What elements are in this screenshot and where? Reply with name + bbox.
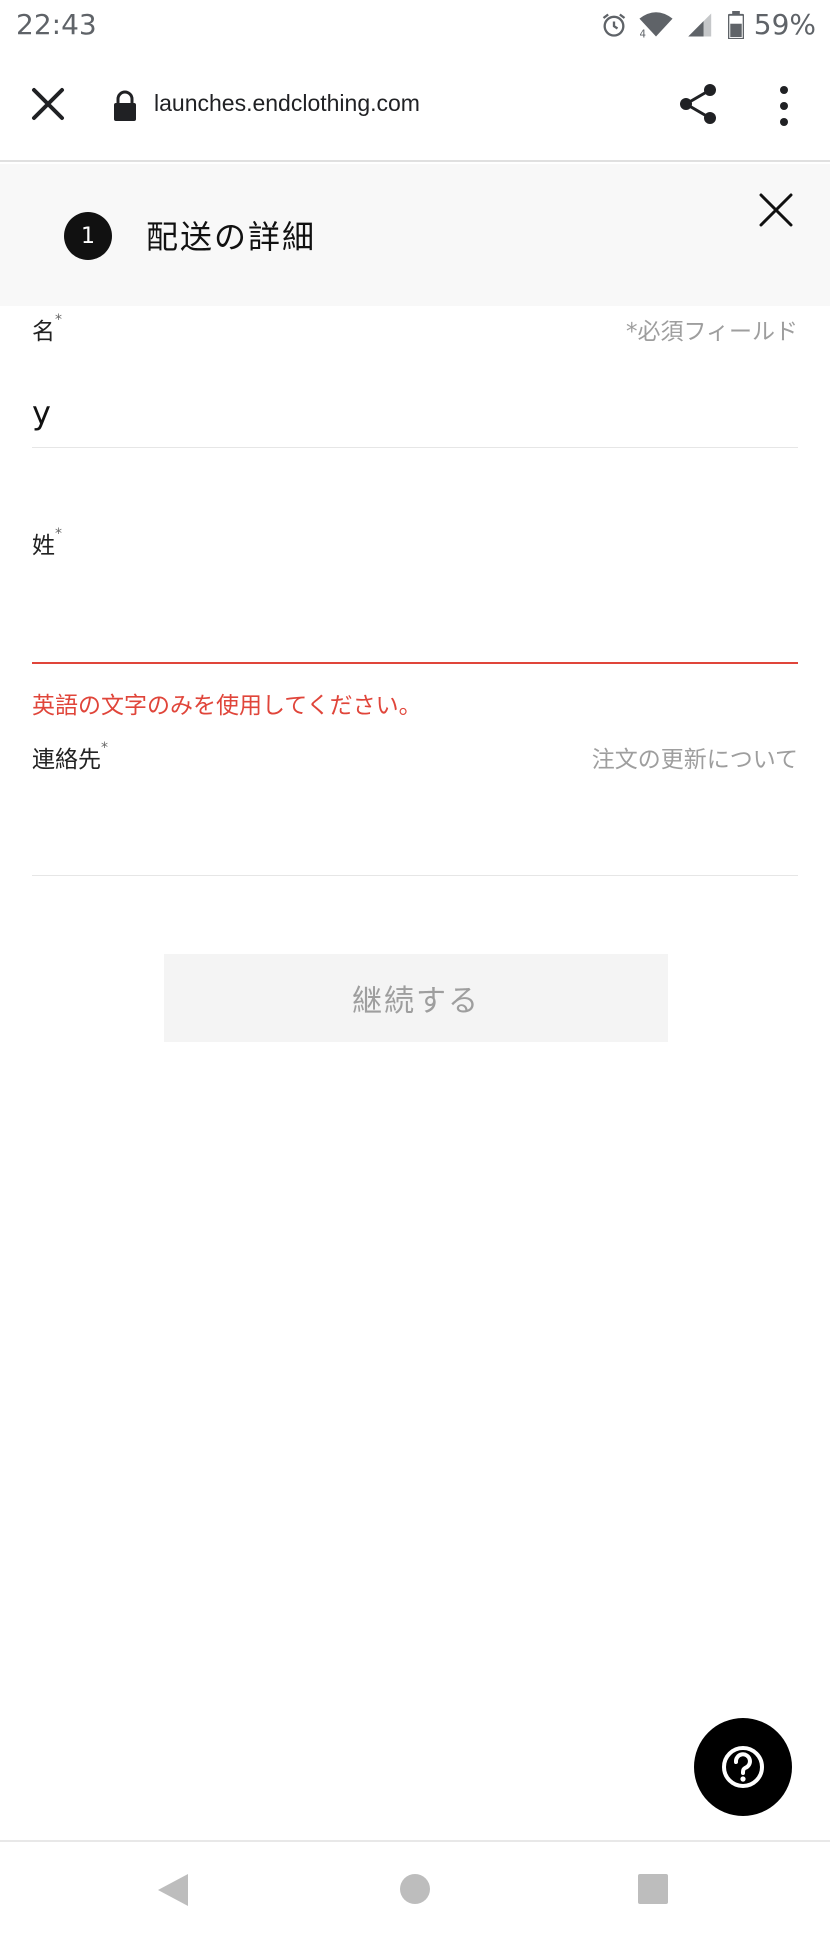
wifi-icon: 4 [639,11,673,39]
battery-icon [727,10,744,39]
continue-button[interactable]: 継続する [164,954,668,1042]
last-name-input[interactable] [32,594,798,664]
first-name-label: 名* [32,312,62,345]
last-name-label: 姓* [32,526,62,559]
svg-text:4: 4 [639,29,645,38]
more-vert-icon[interactable] [776,84,792,128]
signal-icon [688,13,711,36]
battery-percent: 59% [753,8,816,41]
contact-input[interactable] [32,806,798,876]
back-icon[interactable] [156,1872,190,1908]
help-button[interactable] [694,1718,792,1816]
status-time: 22:43 [16,8,97,41]
status-bar: 22:43 4 59% [0,0,830,50]
step-header: 1 配送の詳細 [0,164,830,306]
lock-icon [114,90,136,121]
help-icon [722,1746,764,1788]
step-number-badge: 1 [64,212,112,260]
url-bar[interactable]: launches.endclothing.com [154,90,420,117]
required-field-hint: *必須フィールド [625,319,798,345]
step-title: 配送の詳細 [146,218,317,256]
close-icon[interactable] [758,192,794,228]
page: 22:43 4 59% launches.endclothing.com 1 配… [0,0,830,1936]
contact-label: 連絡先* [32,740,108,773]
share-icon[interactable] [676,82,720,126]
last-name-error: 英語の文字のみを使用してください。 [32,693,422,719]
home-icon[interactable] [400,1874,430,1904]
alarm-icon [602,13,625,37]
system-nav-bar [0,1840,830,1936]
browser-toolbar: launches.endclothing.com [0,52,830,162]
status-icons: 4 59% [600,8,816,41]
close-icon[interactable] [28,84,68,124]
recent-apps-icon[interactable] [638,1874,668,1904]
first-name-input[interactable] [32,378,798,448]
contact-hint[interactable]: 注文の更新について [592,740,798,774]
